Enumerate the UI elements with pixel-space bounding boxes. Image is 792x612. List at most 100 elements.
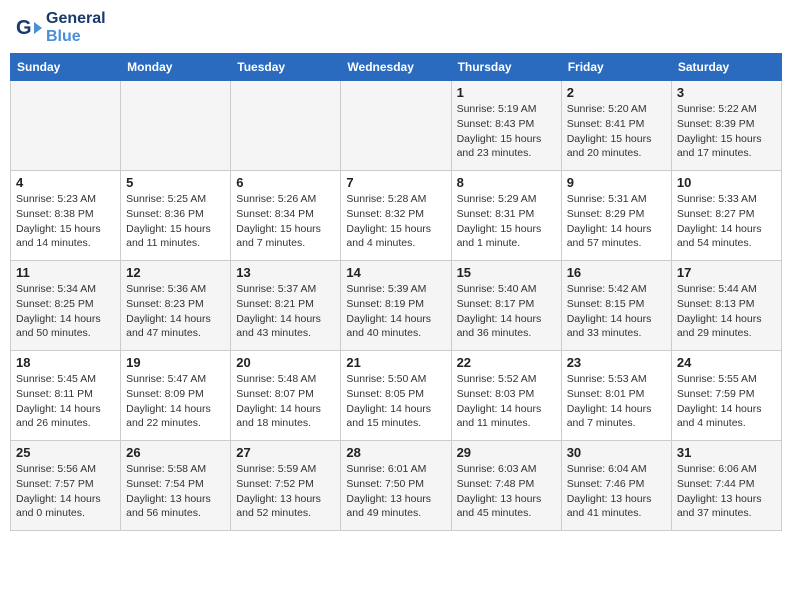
day-number: 10 <box>677 175 776 190</box>
weekday-saturday: Saturday <box>671 54 781 81</box>
day-info: Sunrise: 5:36 AM <box>126 282 225 297</box>
day-info: Sunset: 8:21 PM <box>236 297 335 312</box>
logo-line1: General <box>46 10 106 28</box>
day-info: and 23 minutes. <box>457 146 556 161</box>
day-cell: 16Sunrise: 5:42 AMSunset: 8:15 PMDayligh… <box>561 261 671 351</box>
day-info: Daylight: 15 hours <box>236 222 335 237</box>
day-info: Sunset: 8:38 PM <box>16 207 115 222</box>
week-row-1: 1Sunrise: 5:19 AMSunset: 8:43 PMDaylight… <box>11 81 782 171</box>
day-info: and 29 minutes. <box>677 326 776 341</box>
logo: G General Blue <box>14 10 106 45</box>
day-info: and 49 minutes. <box>346 506 445 521</box>
day-cell: 14Sunrise: 5:39 AMSunset: 8:19 PMDayligh… <box>341 261 451 351</box>
day-info: Sunset: 8:03 PM <box>457 387 556 402</box>
day-info: Daylight: 14 hours <box>457 312 556 327</box>
page-header: G General Blue <box>10 10 782 45</box>
day-info: Sunrise: 5:25 AM <box>126 192 225 207</box>
day-info: Daylight: 14 hours <box>677 402 776 417</box>
day-number: 17 <box>677 265 776 280</box>
day-number: 11 <box>16 265 115 280</box>
day-info: Daylight: 15 hours <box>457 132 556 147</box>
calendar-table: SundayMondayTuesdayWednesdayThursdayFrid… <box>10 53 782 531</box>
day-info: Sunrise: 5:19 AM <box>457 102 556 117</box>
day-info: and 33 minutes. <box>567 326 666 341</box>
day-info: Daylight: 13 hours <box>567 492 666 507</box>
day-info: Daylight: 14 hours <box>567 312 666 327</box>
day-cell: 18Sunrise: 5:45 AMSunset: 8:11 PMDayligh… <box>11 351 121 441</box>
day-info: and 7 minutes. <box>236 236 335 251</box>
day-info: Daylight: 15 hours <box>677 132 776 147</box>
day-info: and 36 minutes. <box>457 326 556 341</box>
day-info: Sunset: 8:29 PM <box>567 207 666 222</box>
day-number: 12 <box>126 265 225 280</box>
day-cell: 1Sunrise: 5:19 AMSunset: 8:43 PMDaylight… <box>451 81 561 171</box>
day-info: Daylight: 14 hours <box>126 312 225 327</box>
day-info: Sunrise: 5:20 AM <box>567 102 666 117</box>
day-info: Daylight: 14 hours <box>677 222 776 237</box>
day-number: 1 <box>457 85 556 100</box>
week-row-3: 11Sunrise: 5:34 AMSunset: 8:25 PMDayligh… <box>11 261 782 351</box>
day-info: Sunset: 8:36 PM <box>126 207 225 222</box>
day-cell: 28Sunrise: 6:01 AMSunset: 7:50 PMDayligh… <box>341 441 451 531</box>
day-info: Sunset: 8:32 PM <box>346 207 445 222</box>
day-info: Daylight: 14 hours <box>346 402 445 417</box>
day-number: 25 <box>16 445 115 460</box>
day-info: and 4 minutes. <box>346 236 445 251</box>
day-number: 2 <box>567 85 666 100</box>
day-info: Daylight: 14 hours <box>567 402 666 417</box>
day-cell: 21Sunrise: 5:50 AMSunset: 8:05 PMDayligh… <box>341 351 451 441</box>
day-info: Daylight: 14 hours <box>677 312 776 327</box>
day-info: Sunset: 8:01 PM <box>567 387 666 402</box>
weekday-friday: Friday <box>561 54 671 81</box>
day-info: Sunrise: 5:37 AM <box>236 282 335 297</box>
day-info: Sunrise: 5:40 AM <box>457 282 556 297</box>
weekday-monday: Monday <box>121 54 231 81</box>
day-info: Sunset: 8:17 PM <box>457 297 556 312</box>
day-number: 9 <box>567 175 666 190</box>
week-row-5: 25Sunrise: 5:56 AMSunset: 7:57 PMDayligh… <box>11 441 782 531</box>
day-info: and 14 minutes. <box>16 236 115 251</box>
day-info: Sunrise: 5:23 AM <box>16 192 115 207</box>
day-info: Sunset: 8:31 PM <box>457 207 556 222</box>
day-cell: 6Sunrise: 5:26 AMSunset: 8:34 PMDaylight… <box>231 171 341 261</box>
day-cell: 26Sunrise: 5:58 AMSunset: 7:54 PMDayligh… <box>121 441 231 531</box>
day-cell: 10Sunrise: 5:33 AMSunset: 8:27 PMDayligh… <box>671 171 781 261</box>
day-cell <box>231 81 341 171</box>
day-info: Sunset: 7:52 PM <box>236 477 335 492</box>
day-info: and 0 minutes. <box>16 506 115 521</box>
day-number: 29 <box>457 445 556 460</box>
day-info: Sunset: 8:09 PM <box>126 387 225 402</box>
day-info: Sunrise: 5:53 AM <box>567 372 666 387</box>
weekday-wednesday: Wednesday <box>341 54 451 81</box>
day-info: Sunset: 8:27 PM <box>677 207 776 222</box>
logo-line2: Blue <box>46 28 106 46</box>
day-info: Sunrise: 5:28 AM <box>346 192 445 207</box>
calendar-body: 1Sunrise: 5:19 AMSunset: 8:43 PMDaylight… <box>11 81 782 531</box>
day-info: Daylight: 13 hours <box>126 492 225 507</box>
day-number: 27 <box>236 445 335 460</box>
day-cell: 29Sunrise: 6:03 AMSunset: 7:48 PMDayligh… <box>451 441 561 531</box>
day-info: Sunset: 7:50 PM <box>346 477 445 492</box>
day-info: and 47 minutes. <box>126 326 225 341</box>
day-info: and 57 minutes. <box>567 236 666 251</box>
day-info: and 45 minutes. <box>457 506 556 521</box>
week-row-4: 18Sunrise: 5:45 AMSunset: 8:11 PMDayligh… <box>11 351 782 441</box>
day-info: Sunset: 7:57 PM <box>16 477 115 492</box>
day-info: Sunrise: 6:03 AM <box>457 462 556 477</box>
day-info: Daylight: 15 hours <box>346 222 445 237</box>
day-info: Sunset: 8:07 PM <box>236 387 335 402</box>
day-number: 23 <box>567 355 666 370</box>
day-cell: 13Sunrise: 5:37 AMSunset: 8:21 PMDayligh… <box>231 261 341 351</box>
day-info: and 26 minutes. <box>16 416 115 431</box>
day-info: and 20 minutes. <box>567 146 666 161</box>
day-info: Sunrise: 5:34 AM <box>16 282 115 297</box>
day-cell: 3Sunrise: 5:22 AMSunset: 8:39 PMDaylight… <box>671 81 781 171</box>
day-info: and 37 minutes. <box>677 506 776 521</box>
day-info: and 56 minutes. <box>126 506 225 521</box>
day-cell: 4Sunrise: 5:23 AMSunset: 8:38 PMDaylight… <box>11 171 121 261</box>
day-cell <box>121 81 231 171</box>
day-number: 28 <box>346 445 445 460</box>
day-info: Daylight: 15 hours <box>567 132 666 147</box>
svg-text:G: G <box>16 17 32 39</box>
day-cell: 7Sunrise: 5:28 AMSunset: 8:32 PMDaylight… <box>341 171 451 261</box>
